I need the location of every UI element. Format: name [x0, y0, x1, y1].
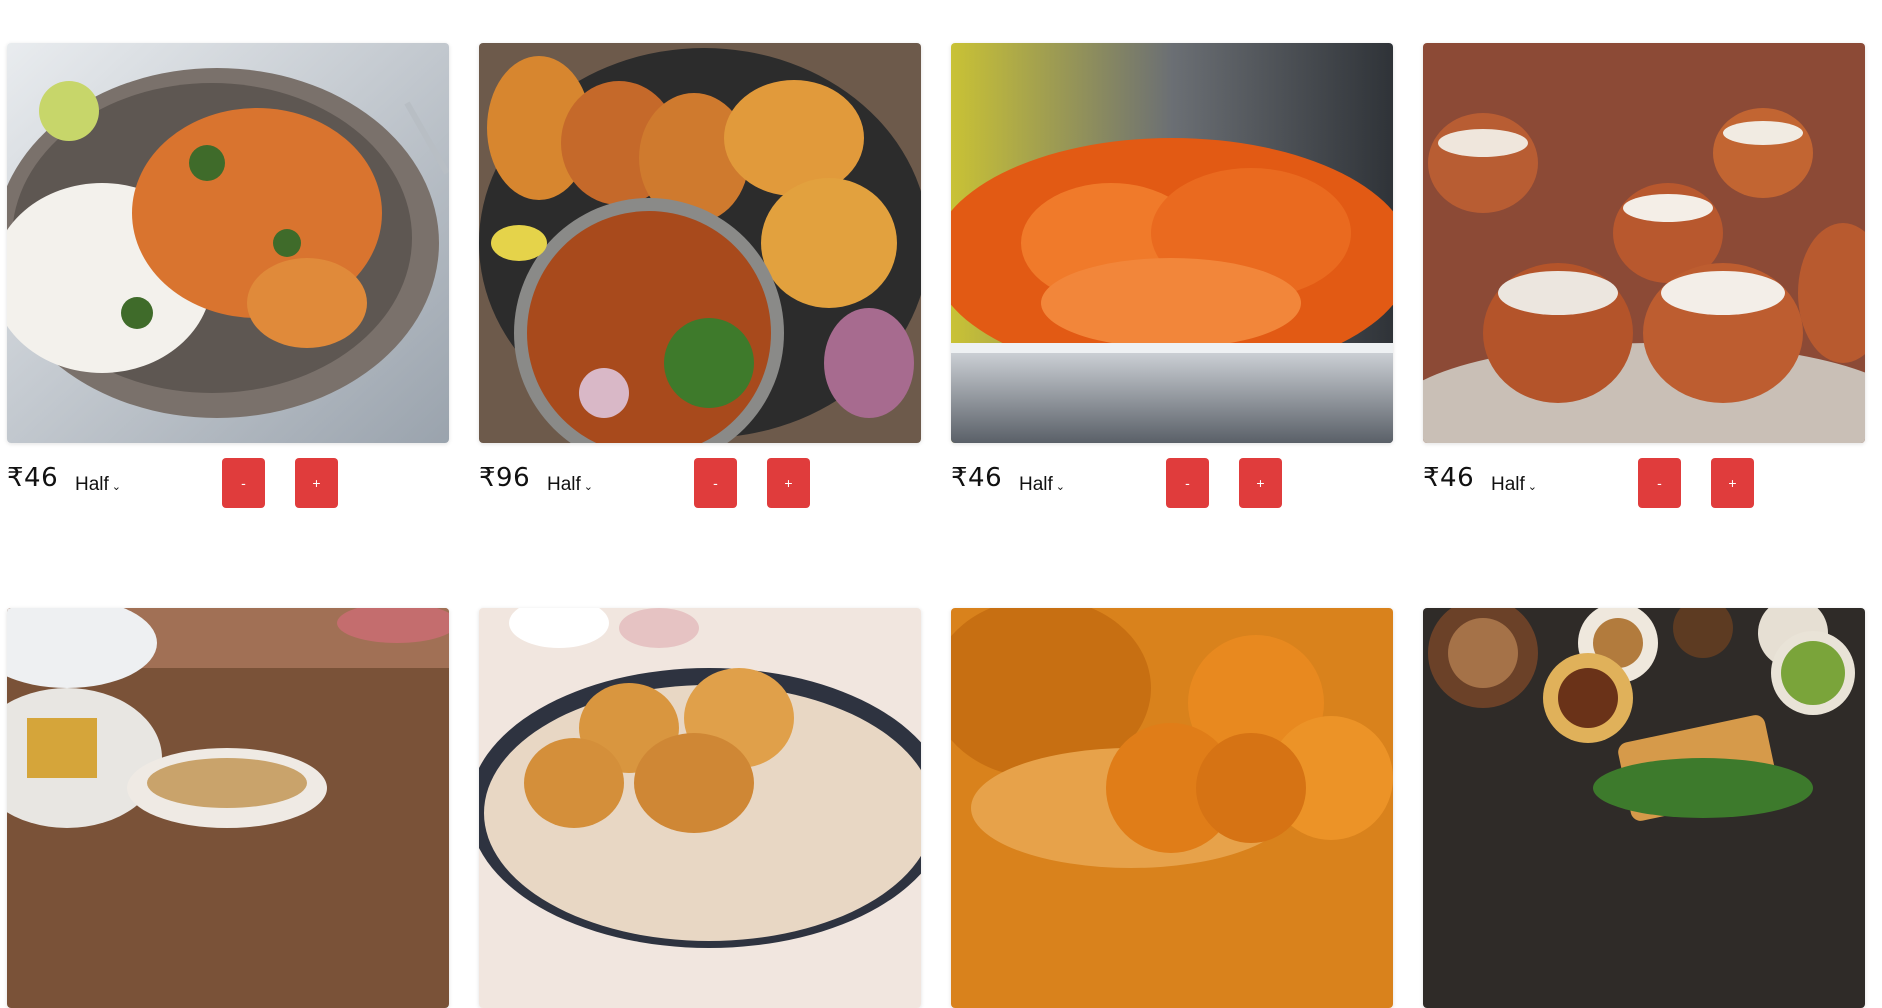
food-image-pav-bhaji-platter	[479, 43, 921, 443]
portion-size-label: Half	[75, 474, 109, 495]
item-controls: ₹46 Half ⌄ - +	[1423, 443, 1865, 509]
menu-card: ₹46 Half ⌄ - +	[1423, 43, 1865, 608]
portion-size-select[interactable]: Half ⌄	[1019, 474, 1065, 496]
portion-size-select[interactable]: Half ⌄	[1491, 474, 1537, 496]
portion-size-label: Half	[547, 474, 581, 495]
chevron-down-icon: ⌄	[1055, 480, 1066, 493]
menu-grid: ₹46 Half ⌄ - + ₹96 Half ⌄ - + ₹46 Half ⌄…	[7, 43, 1865, 1008]
item-price: ₹96	[479, 463, 531, 493]
increase-quantity-button[interactable]: +	[767, 458, 810, 508]
chevron-down-icon: ⌄	[583, 480, 594, 493]
portion-size-label: Half	[1491, 474, 1525, 495]
increase-quantity-button[interactable]: +	[1239, 458, 1282, 508]
food-image-paneer-rice-bowl	[7, 43, 449, 443]
menu-card	[7, 608, 449, 1008]
portion-size-select[interactable]: Half ⌄	[547, 474, 593, 496]
item-price: ₹46	[1423, 463, 1475, 493]
food-image-chai-with-snacks	[7, 608, 449, 1008]
menu-card: ₹46 Half ⌄ - +	[7, 43, 449, 608]
food-image-dosa-thali	[1423, 608, 1865, 1008]
food-image-jalebi-plate	[951, 43, 1393, 443]
decrease-quantity-button[interactable]: -	[694, 458, 737, 508]
item-controls: ₹96 Half ⌄ - +	[479, 443, 921, 509]
portion-size-select[interactable]: Half ⌄	[75, 474, 121, 496]
food-image-pani-puri	[479, 608, 921, 1008]
portion-size-label: Half	[1019, 474, 1053, 495]
food-image-besan-ladoo	[951, 608, 1393, 1008]
chevron-down-icon: ⌄	[1527, 480, 1538, 493]
decrease-quantity-button[interactable]: -	[222, 458, 265, 508]
item-controls: ₹46 Half ⌄ - +	[951, 443, 1393, 509]
item-price: ₹46	[7, 463, 59, 493]
menu-card	[479, 608, 921, 1008]
item-price: ₹46	[951, 463, 1003, 493]
menu-card	[951, 608, 1393, 1008]
decrease-quantity-button[interactable]: -	[1638, 458, 1681, 508]
menu-card: ₹96 Half ⌄ - +	[479, 43, 921, 608]
item-controls: ₹46 Half ⌄ - +	[7, 443, 449, 509]
menu-card: ₹46 Half ⌄ - +	[951, 43, 1393, 608]
increase-quantity-button[interactable]: +	[295, 458, 338, 508]
decrease-quantity-button[interactable]: -	[1166, 458, 1209, 508]
chevron-down-icon: ⌄	[111, 480, 122, 493]
increase-quantity-button[interactable]: +	[1711, 458, 1754, 508]
food-image-kulhad-lassi	[1423, 43, 1865, 443]
menu-card	[1423, 608, 1865, 1008]
